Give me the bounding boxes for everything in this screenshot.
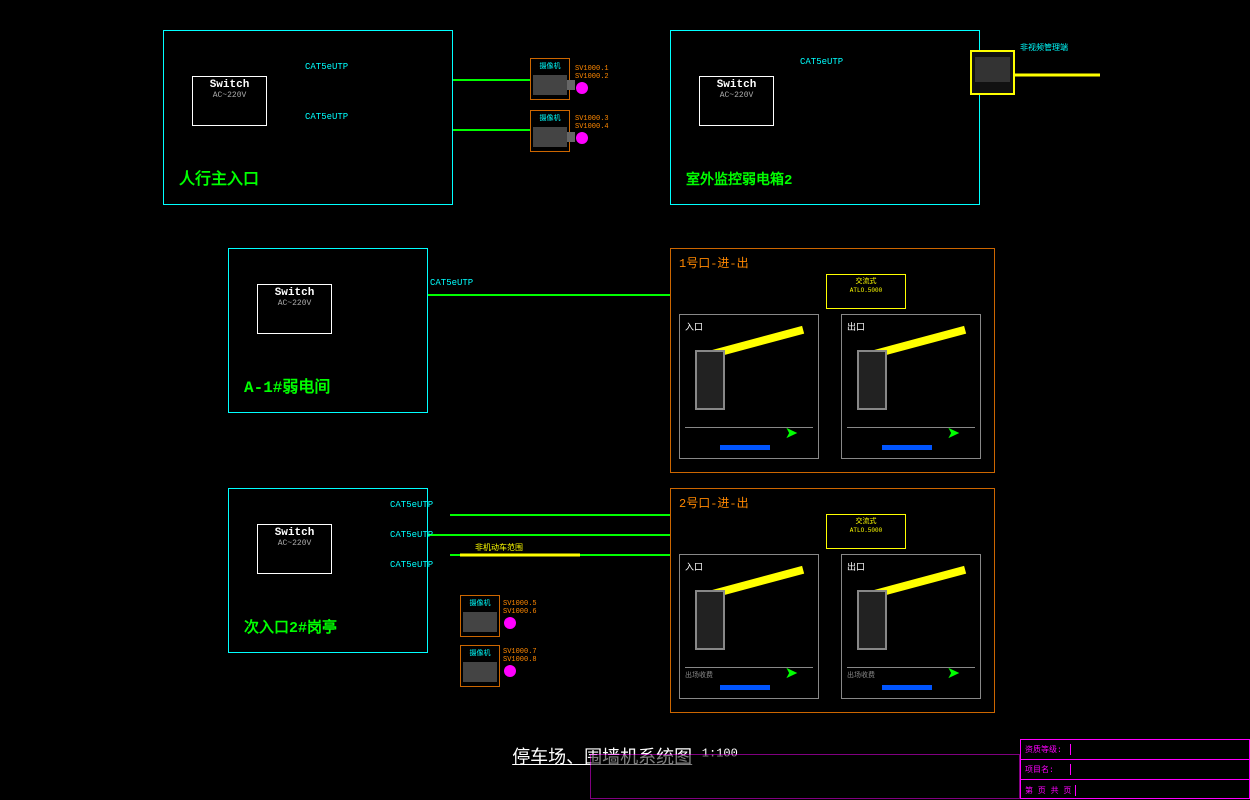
code-label-3: SV1000.3 (575, 115, 609, 123)
box-gate-2: 2号口-进-出 交流式 ATLO.5000 入口 ➤ 出场收费 出口 ➤ 出场收… (670, 488, 995, 713)
title-block-label-1: 资质等级: (1021, 744, 1071, 755)
gate2-entry-sub: 出场收费 (685, 670, 713, 680)
gate2-arrow: ➤ (785, 663, 798, 683)
gate1-model: ATLO.5000 (827, 287, 905, 294)
indicator-2 (576, 132, 588, 144)
cam4-body (463, 662, 497, 682)
nvr-body (975, 57, 1010, 82)
device-nvr (970, 50, 1015, 95)
title-block: 资质等级: 项目名: 第 页 共 页 (1020, 739, 1250, 799)
code-3b: SV1000.6 (503, 608, 537, 616)
switch-weak-room: Switch AC~220V (257, 284, 332, 334)
indicator-4 (504, 665, 516, 677)
gate2-model: ATLO.5000 (827, 527, 905, 534)
title-block-row-3: 第 页 共 页 (1021, 780, 1249, 800)
gate1-exit-body (857, 350, 887, 410)
yellow-cable-label: 非机动车范围 (475, 542, 523, 553)
indicator-1 (576, 82, 588, 94)
gate1-exit-arrow: ➤ (947, 423, 960, 443)
gate2-controller: 交流式 ATLO.5000 (826, 514, 906, 549)
gate1-entry: 入口 ➤ (679, 314, 819, 459)
cable-label-mid: CAT5eUTP (430, 278, 473, 288)
device-code-2: SV1000.3 SV1000.4 (575, 115, 609, 145)
cable-label-bot-1: CAT5eUTP (390, 500, 433, 510)
device-code-4: SV1000.7 SV1000.8 (503, 648, 537, 678)
camera-box-4: 摄像机 (460, 645, 500, 687)
camera-box-1: 摄像机 (530, 58, 570, 100)
title-block-label-3: 第 页 共 页 (1021, 785, 1076, 796)
cable-label-bot-2: CAT5eUTP (390, 530, 433, 540)
camera-label-2: 摄像机 (531, 111, 569, 125)
code-3a: SV1000.5 (503, 600, 537, 608)
box-weak-room: Switch AC~220V A-1#弱电间 (228, 248, 428, 413)
gate2-title: 2号口-进-出 (679, 494, 749, 511)
box-gate-1: 1号口-进-出 交流式 ATLO.5000 入口 ➤ 出口 (670, 248, 995, 473)
code-label-4: SV1000.4 (575, 123, 609, 131)
cable-label-tr: CAT5eUTP (800, 57, 843, 67)
gate1-title: 1号口-进-出 (679, 254, 749, 271)
switch-sub-2: AC~220V (706, 91, 767, 100)
title-block-row-2: 项目名: (1021, 760, 1249, 780)
cable-label-bot-3: CAT5eUTP (390, 560, 433, 570)
camera-box-2: 摄像机 (530, 110, 570, 152)
cam3-body (463, 612, 497, 632)
device-code-3: SV1000.5 SV1000.6 (503, 600, 537, 630)
camera-label-3: 摄像机 (461, 596, 499, 610)
gate1-body (695, 350, 725, 410)
title-block-row-1: 资质等级: (1021, 740, 1249, 760)
camera-label-1: 摄像机 (531, 59, 569, 73)
gate1-exit-label: 出口 (847, 320, 865, 333)
switch-label-4: Switch (264, 527, 325, 539)
gate2-exit-blue-bar (882, 685, 932, 690)
gate1-blue-bar (720, 445, 770, 450)
title-block-label-2: 项目名: (1021, 764, 1071, 775)
gate2-exit: 出口 ➤ 出场收费 (841, 554, 981, 699)
cable-label-tl-1: CAT5eUTP (305, 62, 348, 72)
gate1-type: 交流式 (827, 275, 905, 287)
gate2-entry-label: 入口 (685, 560, 703, 573)
code-4a: SV1000.7 (503, 648, 537, 656)
gate2-exit-body (857, 590, 887, 650)
label-pedestrian: 人行主入口 (179, 165, 259, 189)
gate2-blue-bar (720, 685, 770, 690)
gate2-type: 交流式 (827, 515, 905, 527)
canvas: Switch AC~220V 人行主入口 CAT5eUTP CAT5eUTP 摄… (0, 0, 1250, 799)
label-outdoor: 室外监控弱电箱2 (686, 169, 792, 189)
switch-label-3: Switch (264, 287, 325, 299)
indicator-3 (504, 617, 516, 629)
switch-sub-4: AC~220V (264, 539, 325, 548)
gate2-exit-label: 出口 (847, 560, 865, 573)
gate2-exit-arrow: ➤ (947, 663, 960, 683)
gate1-entry-label: 入口 (685, 320, 703, 333)
gate2-body (695, 590, 725, 650)
gate1-controller: 交流式 ATLO.5000 (826, 274, 906, 309)
gate2-exit-sub: 出场收费 (847, 670, 875, 680)
switch-gatehouse: Switch AC~220V (257, 524, 332, 574)
switch-pedestrian: Switch AC~220V (192, 76, 267, 126)
switch-sub-1: AC~220V (199, 91, 260, 100)
device-nvr-label: 非视频管理端 (1020, 42, 1068, 53)
code-4b: SV1000.8 (503, 656, 537, 664)
switch-sub-3: AC~220V (264, 299, 325, 308)
switch-outdoor: Switch AC~220V (699, 76, 774, 126)
gate2-entry: 入口 ➤ 出场收费 (679, 554, 819, 699)
switch-label-2: Switch (706, 79, 767, 91)
cable-label-tl-2: CAT5eUTP (305, 112, 348, 122)
label-gatehouse: 次入口2#岗亭 (244, 616, 337, 637)
magenta-border-area (590, 754, 1020, 799)
label-weak-room: A-1#弱电间 (244, 373, 330, 397)
camera-label-4: 摄像机 (461, 646, 499, 660)
camera-box-3: 摄像机 (460, 595, 500, 637)
box-gatehouse-2: Switch AC~220V 次入口2#岗亭 (228, 488, 428, 653)
switch-label-1: Switch (199, 79, 260, 91)
code-label-1: SV1000.1 (575, 65, 609, 73)
gate1-arrow: ➤ (785, 423, 798, 443)
gate1-exit: 出口 ➤ (841, 314, 981, 459)
code-label-2: SV1000.2 (575, 73, 609, 81)
gate1-exit-blue-bar (882, 445, 932, 450)
device-code-1: SV1000.1 SV1000.2 (575, 65, 609, 95)
